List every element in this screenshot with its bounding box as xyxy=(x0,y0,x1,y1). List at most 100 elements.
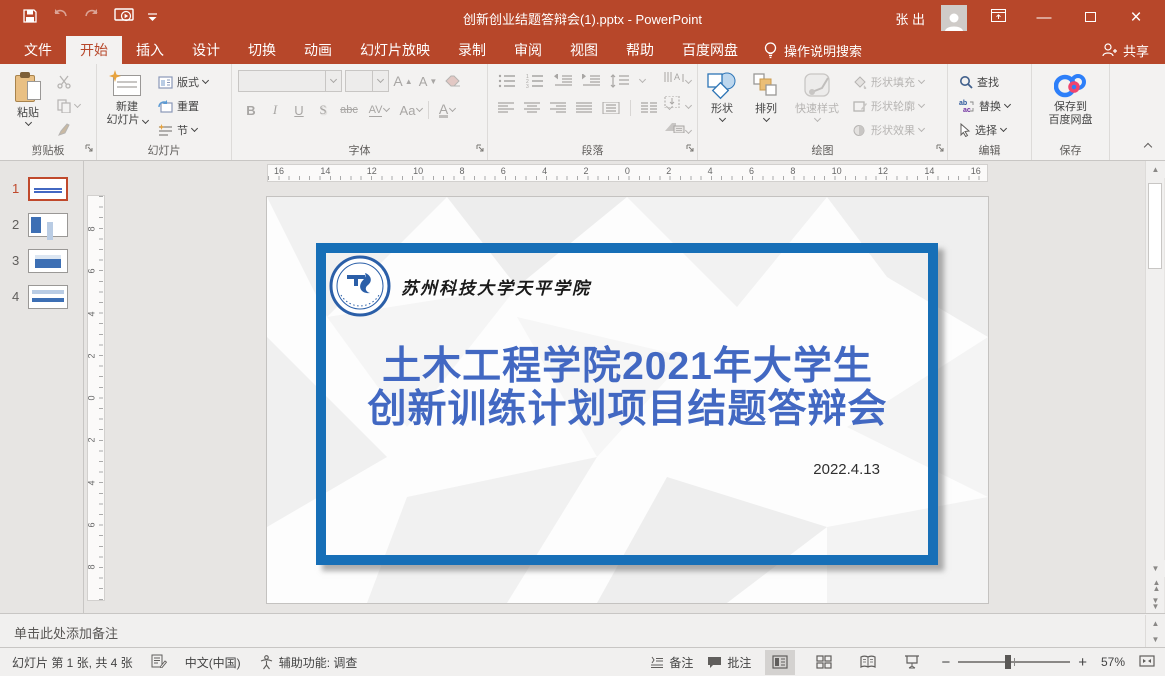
arrange-button[interactable]: 排列 xyxy=(744,68,788,142)
vertical-scrollbar[interactable]: ▲ ▼ ▲▲ ▼▼ xyxy=(1145,161,1164,613)
slide-sorter-view-button[interactable] xyxy=(809,650,839,675)
slide-thumbnail[interactable]: 1 xyxy=(0,171,83,207)
bullets-icon[interactable] xyxy=(498,74,516,88)
shrink-font-button[interactable]: A▼ xyxy=(417,71,439,91)
zoom-track[interactable] xyxy=(958,661,1070,663)
ribbon-tab[interactable]: 帮助 xyxy=(612,36,668,64)
font-color-button[interactable]: A xyxy=(431,100,463,120)
shape-outline-button[interactable]: 形状轮廓 xyxy=(850,96,927,116)
maximize-button[interactable] xyxy=(1075,0,1105,36)
spellcheck-icon[interactable] xyxy=(151,654,167,671)
shapes-button[interactable]: 形状 xyxy=(700,68,744,142)
layout-button[interactable]: 版式 xyxy=(155,72,211,92)
text-direction-button[interactable]: A xyxy=(664,70,691,88)
reset-button[interactable]: 重置 xyxy=(155,96,211,116)
scroll-up-icon[interactable]: ▲ xyxy=(1146,161,1165,178)
convert-smartart-button[interactable] xyxy=(664,120,691,138)
shape-fill-button[interactable]: 形状填充 xyxy=(850,72,927,92)
comments-toggle[interactable]: 批注 xyxy=(707,654,751,671)
previous-slide-button[interactable]: ▲▲ xyxy=(1146,577,1165,595)
notes-scroll-up-icon[interactable]: ▲ xyxy=(1146,615,1165,631)
align-left-icon[interactable] xyxy=(498,102,514,114)
increase-indent-icon[interactable] xyxy=(582,74,600,88)
new-slide-button[interactable]: 新建幻灯片 xyxy=(99,68,155,142)
slide-canvas[interactable]: 苏州科技大学天平学院 土木工程学院2021年大学生 创新训练计划项目结题答辩会 … xyxy=(267,197,988,603)
zoom-thumb[interactable] xyxy=(1005,655,1011,669)
tab-file[interactable]: 文件 xyxy=(10,36,66,64)
slide-title[interactable]: 土木工程学院2021年大学生 创新训练计划项目结题答辩会 xyxy=(327,345,928,431)
tell-me-search[interactable]: 操作说明搜索 xyxy=(752,36,874,64)
notes-scroll-down-icon[interactable]: ▼ xyxy=(1146,631,1165,647)
notes-placeholder[interactable]: 单击此处添加备注 xyxy=(0,614,1165,642)
find-button[interactable]: 查找 xyxy=(956,72,1013,92)
ribbon-tab[interactable]: 设计 xyxy=(178,36,234,64)
font-name-combo[interactable] xyxy=(238,70,342,92)
slide-counter[interactable]: 幻灯片 第 1 张, 共 4 张 xyxy=(12,654,133,671)
scroll-down-icon[interactable]: ▼ xyxy=(1146,560,1165,577)
shape-effects-button[interactable]: 形状效果 xyxy=(850,120,927,140)
ribbon-tab[interactable]: 审阅 xyxy=(500,36,556,64)
numbering-icon[interactable]: 123 xyxy=(526,74,544,88)
strikethrough-button[interactable]: abc xyxy=(336,100,362,120)
ribbon-tab[interactable]: 录制 xyxy=(444,36,500,64)
language-indicator[interactable]: 中文(中国) xyxy=(185,654,241,671)
undo-icon[interactable] xyxy=(52,9,70,28)
clipboard-dialog-launcher-icon[interactable] xyxy=(85,139,93,157)
notes-toggle[interactable]: 备注 xyxy=(650,654,693,671)
italic-button[interactable]: I xyxy=(264,100,286,120)
underline-button[interactable]: U xyxy=(288,100,310,120)
align-center-icon[interactable] xyxy=(524,102,540,114)
fit-slide-to-window-icon[interactable] xyxy=(1139,654,1155,671)
slide-thumbnail[interactable]: 4 xyxy=(0,279,83,315)
zoom-in-button[interactable]: + xyxy=(1078,654,1087,671)
zoom-slider[interactable]: − + xyxy=(941,654,1087,671)
save-icon[interactable] xyxy=(22,8,38,29)
grow-font-button[interactable]: A▲ xyxy=(392,71,414,91)
align-right-icon[interactable] xyxy=(550,102,566,114)
character-spacing-button[interactable]: AV xyxy=(364,100,394,120)
ribbon-tab[interactable]: 幻灯片放映 xyxy=(346,36,444,64)
ribbon-tab[interactable]: 插入 xyxy=(122,36,178,64)
font-dialog-launcher-icon[interactable] xyxy=(476,139,484,157)
distribute-columns-icon[interactable] xyxy=(602,102,620,114)
share-button[interactable]: 共享 xyxy=(1085,36,1165,64)
slide-thumbnail[interactable]: 3 xyxy=(0,243,83,279)
drawing-dialog-launcher-icon[interactable] xyxy=(936,139,944,157)
columns-icon[interactable] xyxy=(641,102,657,114)
slideshow-view-button[interactable] xyxy=(897,650,927,675)
avatar[interactable] xyxy=(941,5,967,31)
justify-icon[interactable] xyxy=(576,102,592,114)
collapse-ribbon-icon[interactable] xyxy=(1144,143,1152,151)
paste-button[interactable]: 粘贴 xyxy=(2,68,54,142)
minimize-button[interactable]: — xyxy=(1029,0,1059,36)
ribbon-tab[interactable]: 视图 xyxy=(556,36,612,64)
notes-pane[interactable]: 单击此处添加备注 ▲ ▼ xyxy=(0,613,1165,647)
close-button[interactable]: × xyxy=(1121,0,1151,36)
cut-button[interactable] xyxy=(54,72,83,92)
select-button[interactable]: 选择 xyxy=(956,120,1013,140)
format-painter-button[interactable] xyxy=(54,120,83,140)
next-slide-button[interactable]: ▼▼ xyxy=(1146,595,1165,613)
save-to-baidu-button[interactable]: 保存到百度网盘 xyxy=(1038,68,1104,142)
user-name[interactable]: 张 出 xyxy=(895,9,925,28)
slide-thumbnail[interactable]: 2 xyxy=(0,207,83,243)
bold-button[interactable]: B xyxy=(240,100,262,120)
section-button[interactable]: 节 xyxy=(155,120,211,140)
ribbon-tab[interactable]: 开始 xyxy=(66,36,122,64)
decrease-indent-icon[interactable] xyxy=(554,74,572,88)
ribbon-tab[interactable]: 百度网盘 xyxy=(668,36,752,64)
zoom-level[interactable]: 57% xyxy=(1101,655,1125,669)
replace-button[interactable]: abac 替换 xyxy=(956,96,1013,116)
line-spacing-icon[interactable] xyxy=(610,74,630,88)
customize-qat-icon[interactable] xyxy=(148,9,157,27)
quick-styles-button[interactable]: 快速样式 xyxy=(788,68,846,142)
clear-formatting-button[interactable] xyxy=(442,71,464,91)
ribbon-tab[interactable]: 动画 xyxy=(290,36,346,64)
normal-view-button[interactable] xyxy=(765,650,795,675)
reading-view-button[interactable] xyxy=(853,650,883,675)
ribbon-tab[interactable]: 切换 xyxy=(234,36,290,64)
change-case-button[interactable]: Aa xyxy=(396,100,426,120)
ribbon-display-options-icon[interactable] xyxy=(983,0,1013,36)
accessibility-checker[interactable]: 辅助功能: 调查 xyxy=(259,654,358,671)
align-text-button[interactable] xyxy=(664,95,691,113)
